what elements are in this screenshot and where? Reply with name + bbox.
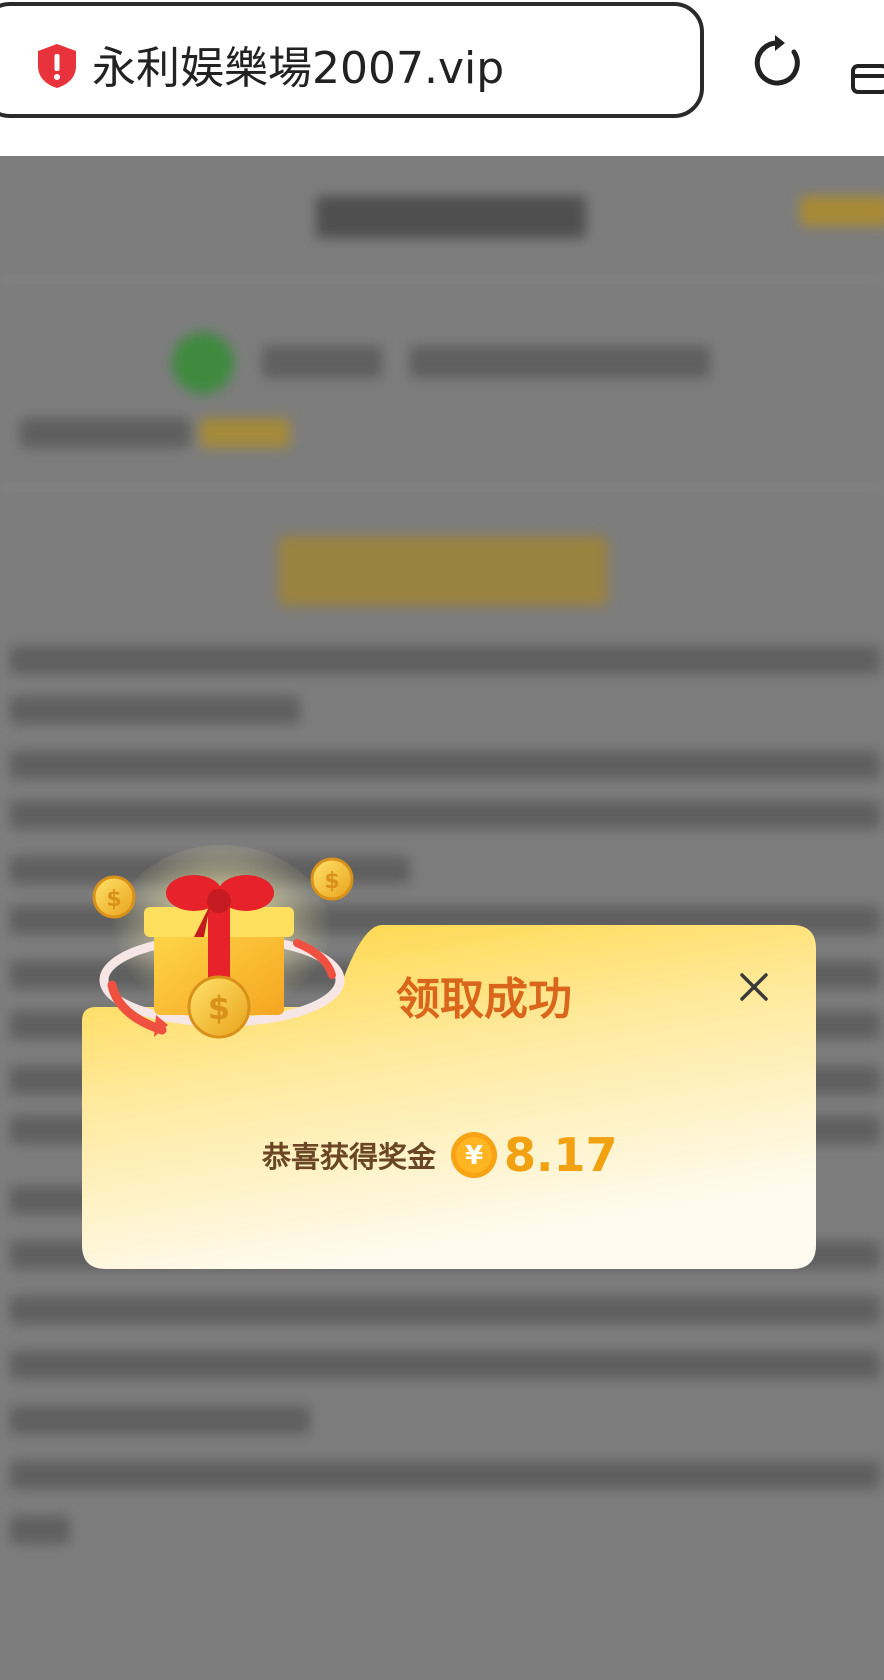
svg-text:¥: ¥ bbox=[465, 1141, 483, 1171]
reload-icon[interactable] bbox=[748, 34, 806, 92]
modal-title: 领取成功 bbox=[396, 974, 572, 1025]
tabs-icon[interactable] bbox=[850, 54, 884, 96]
url-text[interactable]: 永利娱樂場2007.vip bbox=[92, 32, 504, 96]
prize-label: 恭喜获得奖金 bbox=[262, 1140, 437, 1174]
address-bar[interactable]: 永利娱樂場2007.vip bbox=[0, 2, 704, 118]
yen-coin-icon: ¥ bbox=[451, 1132, 498, 1178]
warning-shield-icon[interactable] bbox=[34, 42, 80, 90]
close-icon[interactable] bbox=[734, 967, 774, 1007]
svg-text:$: $ bbox=[208, 989, 230, 1027]
svg-text:$: $ bbox=[324, 869, 339, 894]
prize-amount: 8.17 bbox=[504, 1128, 618, 1182]
svg-text:$: $ bbox=[106, 887, 121, 912]
gift-box-with-coins-icon: $ $ $ bbox=[92, 845, 354, 1039]
prize-row: 恭喜获得奖金 ¥ 8.17 bbox=[262, 1125, 618, 1185]
browser-toolbar: 永利娱樂場2007.vip bbox=[0, 0, 884, 156]
